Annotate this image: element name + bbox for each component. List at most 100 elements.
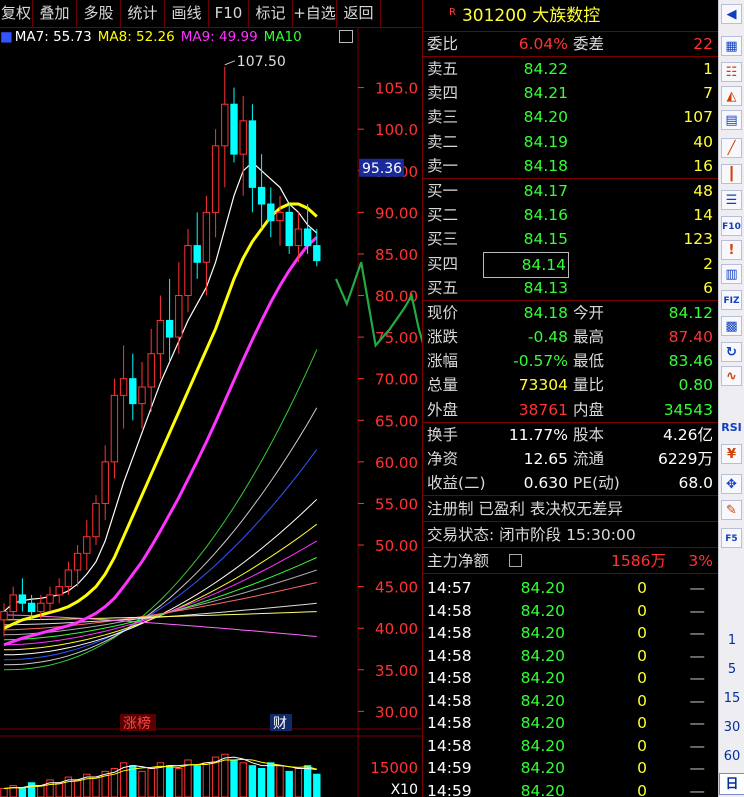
buy-row: 买一 84.17 48 bbox=[423, 179, 718, 203]
candle[interactable] bbox=[285, 204, 293, 254]
tick-list[interactable]: 14:57 84.20 0—14:58 84.20 0—14:58 84.20 0—14:5… bbox=[423, 574, 718, 797]
tick-flag: — bbox=[689, 714, 706, 733]
candle[interactable] bbox=[129, 353, 137, 421]
candle[interactable] bbox=[83, 520, 91, 570]
sell-volume: 107 bbox=[683, 108, 713, 127]
exclaim-icon[interactable]: ! bbox=[721, 240, 742, 260]
candle[interactable] bbox=[64, 561, 73, 595]
candle[interactable] bbox=[184, 228, 192, 313]
candle[interactable] bbox=[110, 378, 119, 479]
chevron-left-icon[interactable]: ◀ bbox=[721, 4, 742, 24]
marker-rank-label[interactable]: 涨榜 bbox=[123, 715, 151, 732]
toolbar-button-4[interactable]: 画线 bbox=[165, 0, 209, 28]
stat-label: 今开 bbox=[573, 303, 605, 322]
tile-icon[interactable]: ▤ bbox=[721, 110, 742, 130]
tick-flag: — bbox=[689, 601, 706, 620]
candle[interactable] bbox=[193, 212, 201, 279]
tick-flag: — bbox=[689, 579, 706, 598]
legend-toggle-button[interactable] bbox=[339, 30, 353, 43]
toolbar-button-5[interactable]: F10 bbox=[209, 0, 249, 28]
candle[interactable] bbox=[92, 495, 100, 546]
toolbar-button-8[interactable]: 返回 bbox=[337, 0, 381, 28]
fund-label: 收益(二) bbox=[427, 474, 486, 493]
candle[interactable] bbox=[248, 104, 257, 213]
candle[interactable] bbox=[73, 545, 82, 587]
volume-bar bbox=[257, 768, 266, 797]
candle[interactable] bbox=[175, 262, 183, 354]
stat-value: 0.80 bbox=[678, 376, 713, 395]
wave-icon[interactable]: ∿ bbox=[721, 366, 742, 386]
triangle-icon[interactable]: ◭ bbox=[721, 86, 742, 106]
kline-chart-area[interactable]: 105.0100.095.0090.0085.0080.0075.0070.00… bbox=[0, 28, 422, 797]
candle[interactable] bbox=[257, 154, 266, 229]
candle[interactable] bbox=[211, 129, 220, 238]
stat-label: 涨幅 bbox=[427, 352, 459, 371]
volume-bar bbox=[267, 762, 275, 797]
main-fund-row[interactable]: 主力净额 1586万 3% bbox=[423, 548, 718, 575]
candle[interactable] bbox=[55, 578, 63, 604]
toolbar-button-2[interactable]: 多股 bbox=[77, 0, 121, 28]
stat-value: 34543 bbox=[663, 400, 713, 419]
tick-time: 14:58 bbox=[427, 624, 472, 643]
candle[interactable] bbox=[230, 87, 238, 163]
candle[interactable] bbox=[239, 95, 247, 196]
candle[interactable] bbox=[267, 187, 275, 238]
toolbar-button-3[interactable]: 统计 bbox=[121, 0, 165, 28]
candle[interactable] bbox=[46, 586, 54, 612]
weicha-label: 委差 bbox=[573, 35, 605, 53]
marker-fin-label[interactable]: 财 bbox=[273, 716, 287, 732]
period-60[interactable]: 60 bbox=[719, 749, 744, 764]
buy-volume: 2 bbox=[703, 254, 713, 273]
tick-time: 14:58 bbox=[427, 646, 472, 665]
money-icon[interactable]: ¥ bbox=[721, 444, 742, 464]
toolbar-button-6[interactable]: 标记 bbox=[249, 0, 293, 28]
tick-flag: — bbox=[689, 646, 706, 665]
f10-icon[interactable]: F10 bbox=[721, 216, 742, 236]
stat-row: 外盘 38761 内盘 34543 bbox=[423, 398, 718, 422]
rsi-icon[interactable]: RSI bbox=[721, 418, 742, 438]
period-15[interactable]: 15 bbox=[719, 691, 744, 706]
book-icon[interactable]: ▥ bbox=[721, 264, 742, 284]
line-chart-icon[interactable]: ╱ bbox=[721, 138, 742, 158]
candle[interactable] bbox=[18, 578, 27, 612]
toolbar-button-1[interactable]: 叠加 bbox=[33, 0, 77, 28]
toolbar-button-7[interactable]: +自选 bbox=[293, 0, 337, 28]
f5-icon[interactable]: F5 bbox=[721, 528, 742, 548]
sell-label: 卖五 bbox=[427, 60, 459, 78]
main-fund-icon[interactable] bbox=[509, 554, 522, 568]
stat-value: 84.18 bbox=[523, 303, 568, 322]
candle[interactable] bbox=[165, 278, 174, 363]
ladder-icon[interactable]: ☷ bbox=[721, 62, 742, 82]
period-day[interactable]: 日 bbox=[719, 773, 744, 795]
candle[interactable] bbox=[156, 295, 165, 379]
stat-label: 量比 bbox=[573, 376, 605, 395]
move-icon[interactable]: ✥ bbox=[721, 474, 742, 494]
refresh-icon[interactable]: ↻ bbox=[721, 342, 742, 362]
bar-icon[interactable]: ▩ bbox=[721, 316, 742, 336]
period-1[interactable]: 1 bbox=[719, 633, 744, 648]
pen-icon[interactable]: ✎ bbox=[721, 500, 742, 520]
candle[interactable] bbox=[276, 195, 284, 246]
ma-fan-line bbox=[3, 349, 318, 671]
tick-flag: — bbox=[689, 781, 706, 797]
fiz-icon[interactable]: FIZ bbox=[721, 290, 742, 310]
price-tick-label: 65.00 bbox=[375, 412, 418, 430]
candle[interactable] bbox=[221, 66, 229, 188]
candle[interactable] bbox=[119, 345, 128, 429]
period-30[interactable]: 30 bbox=[719, 720, 744, 735]
price-tick-label: 55.00 bbox=[375, 495, 418, 513]
candle[interactable] bbox=[0, 603, 8, 637]
candle[interactable] bbox=[313, 228, 321, 267]
doc-icon[interactable]: ☰ bbox=[721, 190, 742, 210]
volume-unit-label: X10 bbox=[391, 782, 418, 797]
buy-label: 买四 bbox=[427, 254, 459, 273]
kline-chart[interactable]: 105.0100.095.0090.0085.0080.0075.0070.00… bbox=[0, 28, 422, 797]
grid-icon[interactable]: ▦ bbox=[721, 36, 742, 56]
candle[interactable] bbox=[138, 362, 146, 429]
tick-volume: 0 bbox=[637, 714, 647, 733]
period-5[interactable]: 5 bbox=[719, 662, 744, 677]
candle[interactable] bbox=[147, 328, 155, 412]
candle[interactable] bbox=[101, 445, 109, 521]
candle-icon[interactable]: ┃ bbox=[721, 164, 742, 184]
toolbar-button-0[interactable]: 复权 bbox=[0, 0, 33, 28]
